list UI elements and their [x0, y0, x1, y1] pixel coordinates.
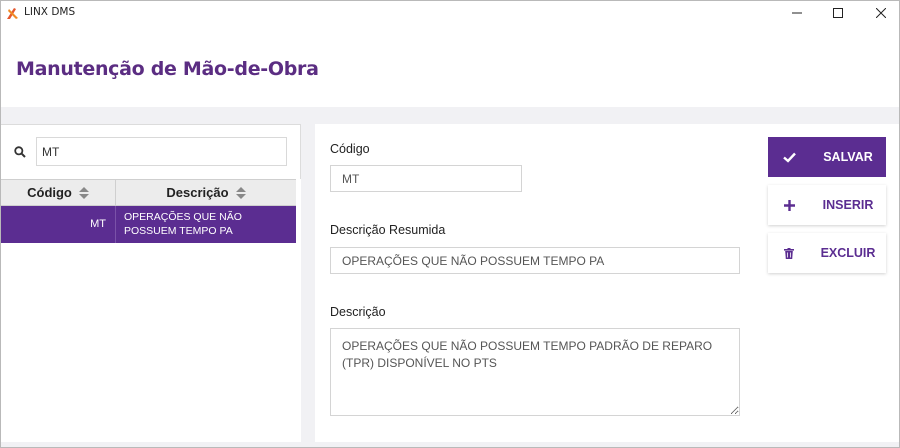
row-code-cell: MT	[1, 206, 116, 243]
column-header-description-label: Descrição	[166, 185, 229, 200]
table-row[interactable]: MT OPERAÇÕES QUE NÃO POSSUEM TEMPO PA	[1, 206, 296, 243]
code-field[interactable]	[330, 165, 522, 192]
app-window: LINX DMS Manutenção de Mão-de-Obra Códig…	[0, 0, 900, 448]
trash-icon	[782, 246, 796, 260]
column-header-code-label: Código	[27, 185, 72, 200]
linx-logo-icon	[7, 8, 18, 19]
column-header-description[interactable]: Descrição	[116, 180, 296, 205]
app-title: LINX DMS	[24, 6, 76, 18]
sort-icon	[78, 186, 89, 199]
short-description-field[interactable]	[330, 247, 740, 274]
description-label: Descrição	[330, 305, 386, 319]
delete-button-label: EXCLUIR	[820, 246, 876, 260]
page-header: Manutenção de Mão-de-Obra	[1, 25, 899, 107]
grid-header: Código Descrição	[1, 179, 296, 206]
save-button-label: SALVAR	[823, 150, 873, 164]
insert-button-label: INSERIR	[822, 198, 874, 212]
short-description-label: Descrição Resumida	[330, 223, 446, 237]
delete-button[interactable]: EXCLUIR	[768, 233, 886, 273]
list-panel: Código Descrição MT OPERAÇÕES QUE NÃO PO…	[1, 124, 301, 442]
minimize-icon	[792, 12, 802, 14]
save-button[interactable]: SALVAR	[768, 137, 886, 177]
description-field[interactable]: OPERAÇÕES QUE NÃO POSSUEM TEMPO PADRÃO D…	[330, 328, 740, 416]
search-bar	[1, 124, 301, 179]
column-header-code[interactable]: Código	[1, 180, 116, 205]
sort-icon	[235, 186, 246, 199]
close-icon	[876, 8, 886, 18]
check-icon	[782, 150, 796, 164]
close-button[interactable]	[858, 1, 899, 25]
maximize-button[interactable]	[815, 1, 861, 25]
code-label: Código	[330, 142, 370, 156]
title-bar: LINX DMS	[1, 1, 899, 25]
insert-button[interactable]: INSERIR	[768, 185, 886, 225]
search-icon	[14, 146, 26, 158]
page-title: Manutenção de Mão-de-Obra	[16, 58, 319, 80]
row-description-cell: OPERAÇÕES QUE NÃO POSSUEM TEMPO PA	[124, 211, 242, 237]
minimize-button[interactable]	[774, 1, 820, 25]
maximize-icon	[833, 8, 843, 18]
search-input[interactable]	[36, 137, 287, 166]
plus-icon	[782, 198, 796, 212]
